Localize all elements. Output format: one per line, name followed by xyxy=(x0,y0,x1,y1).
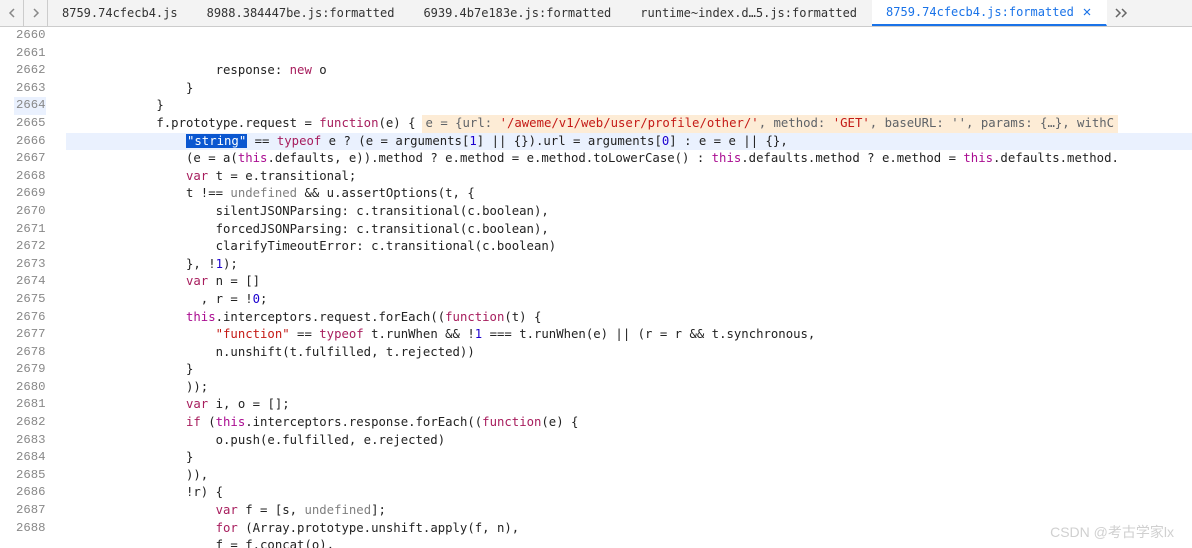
code-line: n.unshift(t.fulfilled, t.rejected)) xyxy=(66,344,1192,362)
code-line: o.push(e.fulfilled, e.rejected) xyxy=(66,432,1192,450)
code-line: for (Array.prototype.unshift.apply(f, n)… xyxy=(66,520,1192,538)
line-number: 2688 xyxy=(14,520,46,538)
code-line: )), xyxy=(66,467,1192,485)
code-line: } xyxy=(66,80,1192,98)
tab-label: 8759.74cfecb4.js:formatted xyxy=(886,5,1074,19)
selected-text: "string" xyxy=(186,134,247,148)
code-content[interactable]: response: new o } } f.prototype.request … xyxy=(66,27,1192,548)
code-line: f.prototype.request = function(e) {e = {… xyxy=(66,115,1192,133)
code-line: clarifyTimeoutError: c.transitional(c.bo… xyxy=(66,238,1192,256)
line-number: 2665 xyxy=(14,115,46,133)
tab-file-0[interactable]: 8759.74cfecb4.js xyxy=(48,0,193,26)
code-line: response: new o xyxy=(66,62,1192,80)
close-icon[interactable] xyxy=(1082,7,1092,17)
line-number: 2686 xyxy=(14,484,46,502)
line-number: 2667 xyxy=(14,150,46,168)
line-number: 2666 xyxy=(14,133,46,151)
line-number: 2683 xyxy=(14,432,46,450)
tab-file-2[interactable]: 6939.4b7e183e.js:formatted xyxy=(409,0,626,26)
tab-nav-prev-button[interactable] xyxy=(0,0,24,26)
tab-label: 8759.74cfecb4.js xyxy=(62,6,178,20)
line-number: 2664 xyxy=(14,97,46,115)
tab-bar: 8759.74cfecb4.js 8988.384447be.js:format… xyxy=(0,0,1192,27)
line-number-gutter: 2660266126622663266426652666266726682669… xyxy=(0,27,66,548)
line-number: 2680 xyxy=(14,379,46,397)
inline-value-hint: e = {url: '/aweme/v1/web/user/profile/ot… xyxy=(422,115,1119,133)
line-number: 2679 xyxy=(14,361,46,379)
code-line: this.interceptors.request.forEach((funct… xyxy=(66,309,1192,327)
tab-file-1[interactable]: 8988.384447be.js:formatted xyxy=(193,0,410,26)
code-line: (e = a(this.defaults, e)).method ? e.met… xyxy=(66,150,1192,168)
line-number: 2678 xyxy=(14,344,46,362)
code-line: )); xyxy=(66,379,1192,397)
code-line: } xyxy=(66,449,1192,467)
code-line: "function" == typeof t.runWhen && !1 ===… xyxy=(66,326,1192,344)
tab-file-4[interactable]: 8759.74cfecb4.js:formatted xyxy=(872,0,1107,26)
code-line: var t = e.transitional; xyxy=(66,168,1192,186)
code-line: , r = !0; xyxy=(66,291,1192,309)
tab-file-3[interactable]: runtime~index.d…5.js:formatted xyxy=(626,0,872,26)
line-number: 2663 xyxy=(14,80,46,98)
line-number: 2685 xyxy=(14,467,46,485)
code-line: var i, o = []; xyxy=(66,396,1192,414)
tab-label: runtime~index.d…5.js:formatted xyxy=(640,6,857,20)
code-line: }, !1); xyxy=(66,256,1192,274)
line-number: 2672 xyxy=(14,238,46,256)
code-line: var n = [] xyxy=(66,273,1192,291)
line-number: 2669 xyxy=(14,185,46,203)
line-number: 2677 xyxy=(14,326,46,344)
code-line: } xyxy=(66,97,1192,115)
line-number: 2670 xyxy=(14,203,46,221)
line-number: 2662 xyxy=(14,62,46,80)
line-number: 2681 xyxy=(14,396,46,414)
line-number: 2660 xyxy=(14,27,46,45)
line-number: 2671 xyxy=(14,221,46,239)
code-line: } xyxy=(66,361,1192,379)
tabs-overflow-button[interactable] xyxy=(1107,0,1137,26)
code-line: !r) { xyxy=(66,484,1192,502)
code-line: var f = [s, undefined]; xyxy=(66,502,1192,520)
code-line: t !== undefined && u.assertOptions(t, { xyxy=(66,185,1192,203)
code-line: forcedJSONParsing: c.transitional(c.bool… xyxy=(66,221,1192,239)
line-number: 2682 xyxy=(14,414,46,432)
tab-nav-next-button[interactable] xyxy=(24,0,48,26)
code-line: silentJSONParsing: c.transitional(c.bool… xyxy=(66,203,1192,221)
line-number: 2675 xyxy=(14,291,46,309)
code-line: "string" == typeof e ? (e = arguments[1]… xyxy=(66,133,1192,151)
tab-label: 8988.384447be.js:formatted xyxy=(207,6,395,20)
code-line: f = f.concat(o), xyxy=(66,537,1192,548)
code-line: if (this.interceptors.response.forEach((… xyxy=(66,414,1192,432)
line-number: 2676 xyxy=(14,309,46,327)
line-number: 2661 xyxy=(14,45,46,63)
tab-label: 6939.4b7e183e.js:formatted xyxy=(423,6,611,20)
line-number: 2687 xyxy=(14,502,46,520)
line-number: 2684 xyxy=(14,449,46,467)
line-number: 2673 xyxy=(14,256,46,274)
code-editor[interactable]: 2660266126622663266426652666266726682669… xyxy=(0,27,1192,548)
line-number: 2674 xyxy=(14,273,46,291)
line-number: 2668 xyxy=(14,168,46,186)
